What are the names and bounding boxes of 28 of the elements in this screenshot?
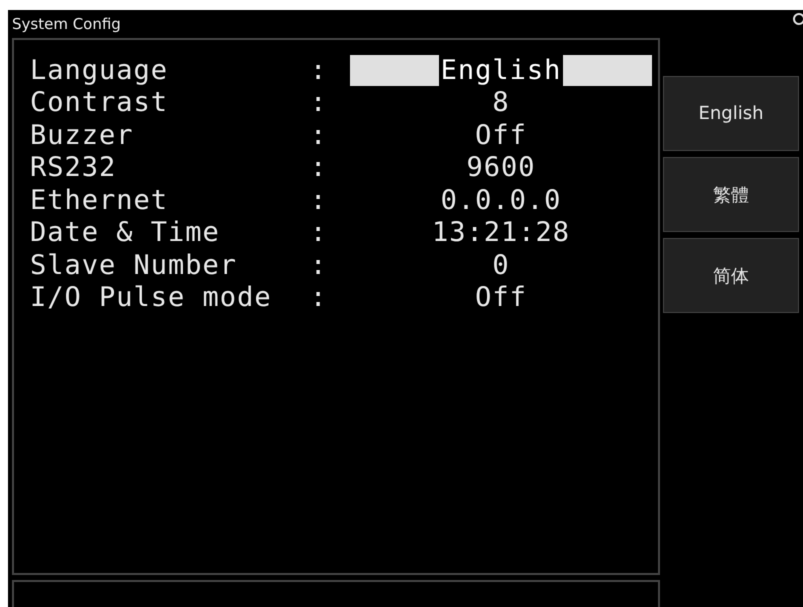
- setting-value[interactable]: 13:21:28: [432, 217, 570, 248]
- setting-value[interactable]: English: [350, 54, 652, 86]
- setting-label: RS232: [30, 152, 118, 184]
- setting-label: Contrast: [30, 87, 170, 118]
- separator: :: [310, 87, 328, 118]
- setting-label: Buzzer: [30, 120, 135, 151]
- setting-value[interactable]: 0: [492, 250, 510, 281]
- separator: :: [310, 282, 328, 314]
- separator: :: [310, 250, 328, 281]
- softkey-button[interactable]: 繁體: [663, 157, 799, 232]
- setting-value[interactable]: 9600: [466, 152, 536, 184]
- softkey-button[interactable]: 简体: [663, 238, 799, 313]
- setting-label: Language: [30, 54, 170, 86]
- separator: :: [310, 54, 328, 86]
- separator: :: [310, 120, 328, 151]
- setting-label: Slave Number: [30, 250, 238, 281]
- separator: :: [310, 184, 328, 216]
- setting-value[interactable]: 0.0.0.0: [440, 184, 562, 216]
- setting-label: I/O Pulse mode: [30, 282, 273, 314]
- setting-value[interactable]: 8: [492, 87, 510, 118]
- setting-label: Date & Time: [30, 217, 221, 248]
- setting-value[interactable]: Off: [475, 282, 527, 314]
- separator: :: [310, 217, 328, 248]
- separator: :: [310, 152, 328, 184]
- setting-value[interactable]: Off: [475, 120, 527, 151]
- softkey-button[interactable]: English: [663, 76, 799, 151]
- setting-label: Ethernet: [30, 184, 170, 216]
- window-title: System Config: [12, 15, 121, 33]
